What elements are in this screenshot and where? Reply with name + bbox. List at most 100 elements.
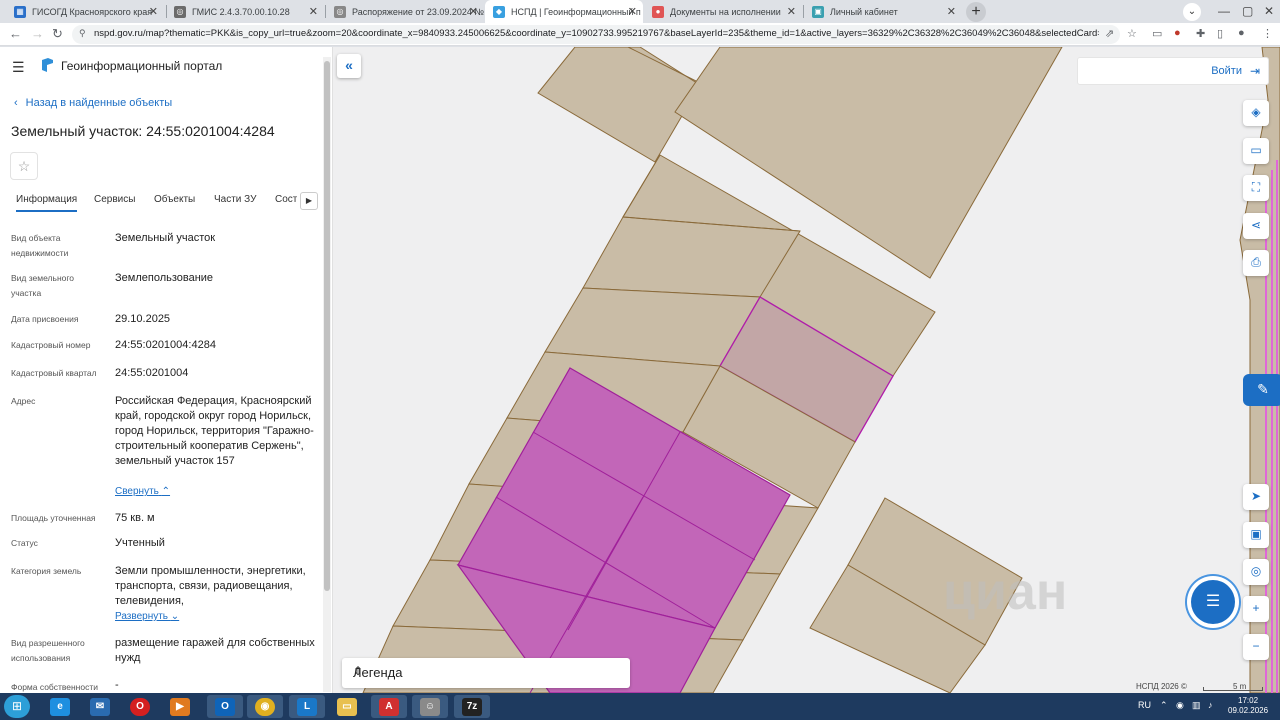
extensions-puzzle-icon[interactable]: ✚ — [1196, 27, 1205, 40]
minimap-icon[interactable]: ▣ — [1243, 522, 1269, 548]
explorer-taskbar-icon[interactable]: ▭ — [329, 695, 365, 718]
chrome-taskbar-icon[interactable]: ◉ — [247, 695, 283, 718]
field-label: Адрес — [11, 396, 36, 406]
clock[interactable]: 17:02 09.02.2026 — [1228, 696, 1268, 716]
tab-title: Распоряжение от 23.09.2024 № — [352, 6, 484, 17]
collapse-address-link[interactable]: Свернуть ⌃ — [115, 486, 170, 497]
antivirus-tray-icon[interactable]: ◉ — [1176, 700, 1184, 711]
minimize-icon[interactable]: — — [1218, 4, 1230, 18]
tab-parts[interactable]: Части ЗУ — [214, 194, 256, 205]
browser-tab-nspd[interactable]: ◆ НСПД | Геоинформационный п ✕ — [485, 0, 643, 23]
collapse-label: Свернуть — [115, 486, 159, 497]
close-tab-icon[interactable]: ✕ — [947, 5, 956, 18]
browser-tab-gmis[interactable]: ◎ ГМИС 2.4.3.70.00.10.28 ✕ — [166, 0, 324, 23]
login-label: Войти — [1211, 65, 1242, 77]
select-area-icon[interactable]: ⛶ — [1243, 175, 1269, 201]
outlook-taskbar-icon[interactable]: O — [207, 695, 243, 718]
close-tab-icon[interactable]: ✕ — [149, 5, 158, 18]
opera-taskbar-icon[interactable]: O — [122, 695, 158, 718]
field-value: Российская Федерация, Красноярский край,… — [115, 395, 314, 467]
extension-icon[interactable]: ▭ — [1152, 27, 1162, 40]
tab-title: ГИСОГД Красноярского края — [32, 6, 153, 17]
close-tab-icon[interactable]: ✕ — [628, 5, 637, 18]
map-canvas[interactable]: циан « Войти ⇥ ◈ ▭ ⛶ ⋖ ⎙ ✎ ➤ ▣ ◎ + − ☰ Л… — [333, 47, 1280, 693]
address-bar[interactable]: ⚲ nspd.gov.ru/map?thematic=PKK&is_copy_u… — [72, 25, 1120, 44]
forward-arrow-icon[interactable]: → — [31, 26, 44, 41]
back-to-results-link[interactable]: ‹ Назад в найденные объекты — [14, 97, 172, 109]
share-icon[interactable]: ⇗ — [1105, 27, 1114, 40]
app-taskbar-icon[interactable]: ☺ — [412, 695, 448, 718]
extension-red-icon[interactable]: ● — [1174, 27, 1181, 39]
field-label: Кадастровый квартал — [11, 368, 97, 378]
new-tab-button[interactable]: + — [966, 2, 986, 22]
scrollbar-thumb[interactable] — [324, 61, 330, 591]
tab-composition[interactable]: Соста — [275, 194, 297, 205]
login-button[interactable]: Войти ⇥ — [1077, 57, 1269, 85]
close-tab-icon[interactable]: ✕ — [787, 5, 796, 18]
maximize-icon[interactable]: ▢ — [1242, 4, 1253, 18]
close-tab-icon[interactable]: ✕ — [469, 5, 478, 18]
browser-tab-gisogd[interactable]: ▦ ГИСОГД Красноярского края ✕ — [6, 0, 164, 23]
zoom-in-button[interactable]: + — [1243, 596, 1269, 622]
zoom-out-button[interactable]: − — [1243, 634, 1269, 660]
profile-icon[interactable]: ● — [1238, 27, 1245, 39]
map-copyright: НСПД 2026 © — [1136, 682, 1187, 691]
share-icon[interactable]: ⋖ — [1243, 213, 1269, 239]
tab-objects[interactable]: Объекты — [154, 194, 195, 205]
expand-category-link[interactable]: Развернуть ⌄ — [115, 611, 179, 622]
print-icon[interactable]: ⎙ — [1243, 250, 1269, 276]
network-tray-icon[interactable]: ▥ — [1192, 700, 1201, 711]
back-arrow-icon[interactable]: ← — [9, 26, 22, 41]
locate-icon[interactable]: ◎ — [1243, 559, 1269, 585]
media-player-taskbar-icon[interactable]: ▶ — [162, 695, 198, 718]
hamburger-menu-icon[interactable]: ☰ — [12, 59, 25, 76]
field-label: Форма собственности — [11, 682, 98, 692]
cabinet-favicon-icon: ▣ — [812, 5, 824, 18]
bookmark-star-icon[interactable]: ☆ — [1127, 27, 1137, 40]
tab-information[interactable]: Информация — [16, 194, 78, 212]
clock-time: 17:02 — [1238, 696, 1259, 705]
panel-scrollbar[interactable] — [323, 57, 331, 692]
url-text: nspd.gov.ru/map?thematic=PKK&is_copy_url… — [94, 28, 1099, 39]
chat-button[interactable]: ☰ — [1191, 580, 1235, 624]
start-button[interactable]: ⊞ — [4, 695, 30, 718]
cadastral-map[interactable] — [333, 47, 1280, 693]
7zip-taskbar-icon[interactable]: 7z — [454, 695, 490, 718]
tabs-scroll-right-icon[interactable]: ▶ — [300, 192, 318, 210]
ie-taskbar-icon[interactable]: e — [42, 695, 78, 718]
site-info-icon[interactable]: ⚲ — [79, 28, 86, 39]
volume-tray-icon[interactable]: ♪ — [1208, 700, 1213, 710]
tab-services[interactable]: Сервисы — [94, 194, 135, 205]
browser-menu-icon[interactable]: ⋮ — [1262, 27, 1273, 40]
language-indicator[interactable]: RU — [1138, 700, 1151, 710]
ruler-icon[interactable]: ▭ — [1243, 138, 1269, 164]
close-tab-icon[interactable]: ✕ — [309, 5, 318, 18]
reload-icon[interactable]: ↻ — [52, 26, 63, 42]
thunderbird-taskbar-icon[interactable]: ✉ — [82, 695, 118, 718]
layers-icon[interactable]: ◈ — [1243, 100, 1269, 126]
pdf-taskbar-icon[interactable]: A — [371, 695, 407, 718]
field-label: Кадастровый номер — [11, 340, 91, 350]
land-parcel[interactable] — [582, 216, 801, 298]
land-parcel[interactable] — [537, 47, 701, 163]
field-value: 24:55:0201004 — [115, 367, 189, 379]
lync-taskbar-icon[interactable]: L — [289, 695, 325, 718]
windows-taskbar: ⊞ e ✉ O ▶ O ◉ L ▭ A ☺ 7z RU ⌃ ◉ ▥ ♪ 17:0… — [0, 693, 1280, 720]
browser-tab-docs[interactable]: ● Документы на исполнении ✕ — [644, 0, 802, 23]
side-panel-icon[interactable]: ▯ — [1217, 27, 1223, 40]
favorite-star-button[interactable]: ☆ — [10, 152, 38, 180]
close-window-icon[interactable]: ✕ — [1264, 4, 1274, 18]
tray-arrow-icon[interactable]: ⌃ — [1160, 700, 1168, 711]
draw-tool-button[interactable]: ✎ — [1243, 374, 1280, 406]
browser-tab-cabinet[interactable]: ▣ Личный кабинет ✕ — [804, 0, 962, 23]
collapse-panel-button[interactable]: « — [337, 54, 361, 78]
object-title: Земельный участок: 24:55:0201004:4284 — [11, 123, 275, 139]
object-info-panel: ☰ Геоинформационный портал ‹ Назад в найд… — [0, 47, 333, 693]
navigate-icon[interactable]: ➤ — [1243, 484, 1269, 510]
tab-search-icon[interactable]: ⌄ — [1183, 3, 1201, 21]
tab-title: НСПД | Геоинформационный п — [511, 6, 641, 17]
field-label: Статус — [11, 538, 38, 548]
field-value: - — [115, 679, 119, 691]
browser-tab-order[interactable]: ◎ Распоряжение от 23.09.2024 № ✕ — [326, 0, 484, 23]
legend-dropdown[interactable]: Легенда ⇕ — [342, 658, 630, 688]
